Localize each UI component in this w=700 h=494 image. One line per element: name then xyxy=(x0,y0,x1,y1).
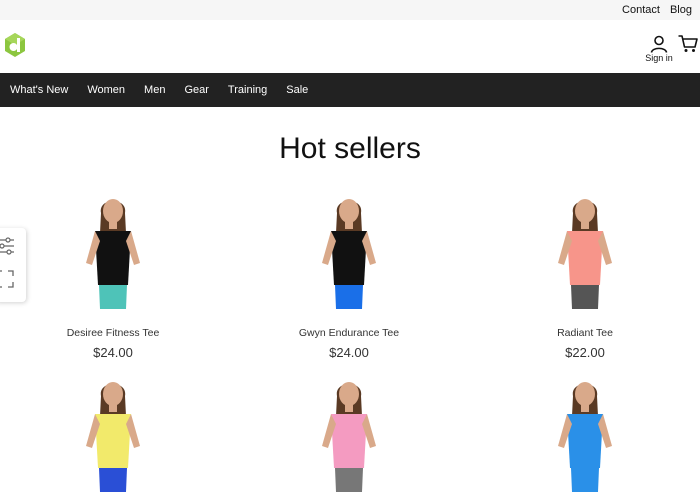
product-image[interactable] xyxy=(540,376,630,494)
model-figure-part xyxy=(95,414,131,468)
model-figure-part xyxy=(109,221,117,229)
model-figure-part xyxy=(571,285,599,309)
sign-in-label: Sign in xyxy=(645,53,673,63)
product-image[interactable] xyxy=(68,193,158,311)
main-nav: What's New Women Men Gear Training Sale xyxy=(0,73,700,107)
nav-item-gear[interactable]: Gear xyxy=(184,84,208,96)
product-image[interactable] xyxy=(304,376,394,494)
cart-button[interactable] xyxy=(678,35,698,58)
model-figure-part xyxy=(575,382,595,406)
product-image[interactable] xyxy=(304,193,394,311)
model-figure-part xyxy=(581,404,589,412)
product-card[interactable]: Desiree Fitness Tee $24.00 xyxy=(33,193,193,360)
product-price: $24.00 xyxy=(93,345,133,360)
product-card[interactable] xyxy=(505,376,665,494)
blog-link[interactable]: Blog xyxy=(670,4,692,16)
model-figure-part xyxy=(99,285,127,309)
product-name[interactable]: Gwyn Endurance Tee xyxy=(269,327,429,341)
nav-item-sale[interactable]: Sale xyxy=(286,84,308,96)
site-header: Sign in xyxy=(0,20,700,73)
model-figure-part xyxy=(339,382,359,406)
model-figure-part xyxy=(345,221,353,229)
product-name[interactable]: Desiree Fitness Tee xyxy=(33,327,193,341)
model-figure-part xyxy=(567,414,603,468)
product-name[interactable]: Radiant Tee xyxy=(505,327,665,341)
nav-item-whats-new[interactable]: What's New xyxy=(10,84,68,96)
model-figure-part xyxy=(335,468,363,492)
top-links-bar: Contact Blog xyxy=(0,0,700,20)
cart-icon xyxy=(678,35,698,52)
product-price: $24.00 xyxy=(329,345,369,360)
product-card[interactable] xyxy=(269,376,429,494)
model-figure-part xyxy=(571,468,599,492)
product-card[interactable]: Radiant Tee $22.00 xyxy=(505,193,665,360)
logo-icon[interactable] xyxy=(4,32,26,58)
model-figure-part xyxy=(331,231,367,285)
section-title: Hot sellers xyxy=(279,132,421,165)
product-card[interactable] xyxy=(33,376,193,494)
model-figure-part xyxy=(581,221,589,229)
model-figure-part xyxy=(339,199,359,223)
model-figure-part xyxy=(103,199,123,223)
model-figure-part xyxy=(345,404,353,412)
model-figure-part xyxy=(103,382,123,406)
nav-item-men[interactable]: Men xyxy=(144,84,165,96)
model-figure-part xyxy=(567,231,603,285)
side-tools-panel xyxy=(0,228,26,302)
model-figure-part xyxy=(95,231,131,285)
product-card[interactable]: Gwyn Endurance Tee $24.00 xyxy=(269,193,429,360)
user-icon xyxy=(650,35,668,53)
filter-sliders-icon[interactable] xyxy=(0,236,16,261)
model-figure-part xyxy=(331,414,367,468)
model-figure-part xyxy=(99,468,127,492)
nav-item-women[interactable]: Women xyxy=(87,84,125,96)
model-figure-part xyxy=(575,199,595,223)
contact-link[interactable]: Contact xyxy=(622,4,660,16)
nav-item-training[interactable]: Training xyxy=(228,84,267,96)
product-image[interactable] xyxy=(540,193,630,311)
fullscreen-icon[interactable] xyxy=(0,270,14,293)
product-image[interactable] xyxy=(68,376,158,494)
model-figure-part xyxy=(335,285,363,309)
sign-in-button[interactable]: Sign in xyxy=(644,35,674,63)
product-price: $22.00 xyxy=(565,345,605,360)
model-figure-part xyxy=(109,404,117,412)
